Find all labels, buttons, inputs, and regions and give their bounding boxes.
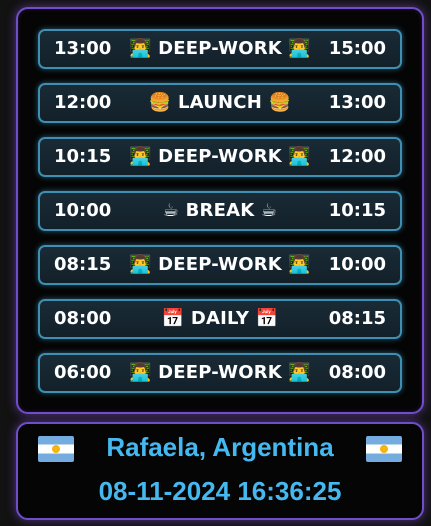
argentina-flag-icon	[366, 436, 402, 462]
burger-icon: 🍔	[148, 92, 172, 113]
slot-start-time: 08:15	[54, 254, 112, 275]
burger-icon: 🍔	[268, 92, 292, 113]
slot-end-time: 08:00	[328, 362, 386, 383]
slot-end-time: 10:15	[328, 200, 386, 221]
slot-start-time: 10:15	[54, 146, 112, 167]
slot-activity: ☕ BREAK ☕	[118, 193, 322, 229]
schedule-panel: 13:00 👨‍💻 DEEP-WORK 👨‍💻 15:00 12:00 🍔 LA…	[16, 7, 424, 414]
slot-activity-label: DAILY	[190, 308, 250, 329]
schedule-slot[interactable]: 12:00 🍔 LAUNCH 🍔 13:00	[38, 83, 402, 123]
calendar-icon: 📅	[255, 308, 279, 329]
slot-activity-label: DEEP-WORK	[158, 146, 282, 167]
technologist-icon: 👨‍💻	[128, 146, 152, 167]
schedule-slot[interactable]: 06:00 👨‍💻 DEEP-WORK 👨‍💻 08:00	[38, 353, 402, 393]
argentina-flag-icon	[38, 436, 74, 462]
current-datetime: 08-11-2024 16:36:25	[98, 476, 342, 506]
technologist-icon: 👨‍💻	[288, 146, 312, 167]
technologist-icon: 👨‍💻	[288, 38, 312, 59]
slot-end-time: 12:00	[328, 146, 386, 167]
location-name: Rafaela, Argentina	[106, 432, 334, 462]
slot-activity: 📅 DAILY 📅	[118, 301, 322, 337]
slot-end-time: 13:00	[328, 92, 386, 113]
schedule-slot[interactable]: 08:00 📅 DAILY 📅 08:15	[38, 299, 402, 339]
technologist-icon: 👨‍💻	[128, 254, 152, 275]
location-panel: Rafaela, Argentina 08-11-2024 16:36:25	[16, 422, 424, 520]
slot-activity: 👨‍💻 DEEP-WORK 👨‍💻	[118, 247, 322, 283]
coffee-icon: ☕	[162, 200, 180, 221]
slot-activity-label: DEEP-WORK	[158, 362, 282, 383]
slot-activity: 👨‍💻 DEEP-WORK 👨‍💻	[118, 31, 322, 67]
slot-activity-label: DEEP-WORK	[158, 254, 282, 275]
calendar-icon: 📅	[161, 308, 185, 329]
slot-activity-label: DEEP-WORK	[158, 38, 282, 59]
technologist-icon: 👨‍💻	[288, 254, 312, 275]
slot-start-time: 12:00	[54, 92, 112, 113]
schedule-slot[interactable]: 13:00 👨‍💻 DEEP-WORK 👨‍💻 15:00	[38, 29, 402, 69]
slot-start-time: 10:00	[54, 200, 112, 221]
slot-activity: 🍔 LAUNCH 🍔	[118, 85, 322, 121]
slot-start-time: 13:00	[54, 38, 112, 59]
slot-end-time: 08:15	[328, 308, 386, 329]
schedule-slot[interactable]: 10:00 ☕ BREAK ☕ 10:15	[38, 191, 402, 231]
slot-activity: 👨‍💻 DEEP-WORK 👨‍💻	[118, 139, 322, 175]
slot-start-time: 08:00	[54, 308, 112, 329]
coffee-icon: ☕	[260, 200, 278, 221]
technologist-icon: 👨‍💻	[128, 38, 152, 59]
slot-end-time: 10:00	[328, 254, 386, 275]
slot-activity: 👨‍💻 DEEP-WORK 👨‍💻	[118, 355, 322, 391]
technologist-icon: 👨‍💻	[288, 362, 312, 383]
slot-start-time: 06:00	[54, 362, 112, 383]
slot-activity-label: LAUNCH	[177, 92, 262, 113]
schedule-slot[interactable]: 10:15 👨‍💻 DEEP-WORK 👨‍💻 12:00	[38, 137, 402, 177]
slot-end-time: 15:00	[328, 38, 386, 59]
slot-activity-label: BREAK	[185, 200, 255, 221]
schedule-slot[interactable]: 08:15 👨‍💻 DEEP-WORK 👨‍💻 10:00	[38, 245, 402, 285]
technologist-icon: 👨‍💻	[128, 362, 152, 383]
